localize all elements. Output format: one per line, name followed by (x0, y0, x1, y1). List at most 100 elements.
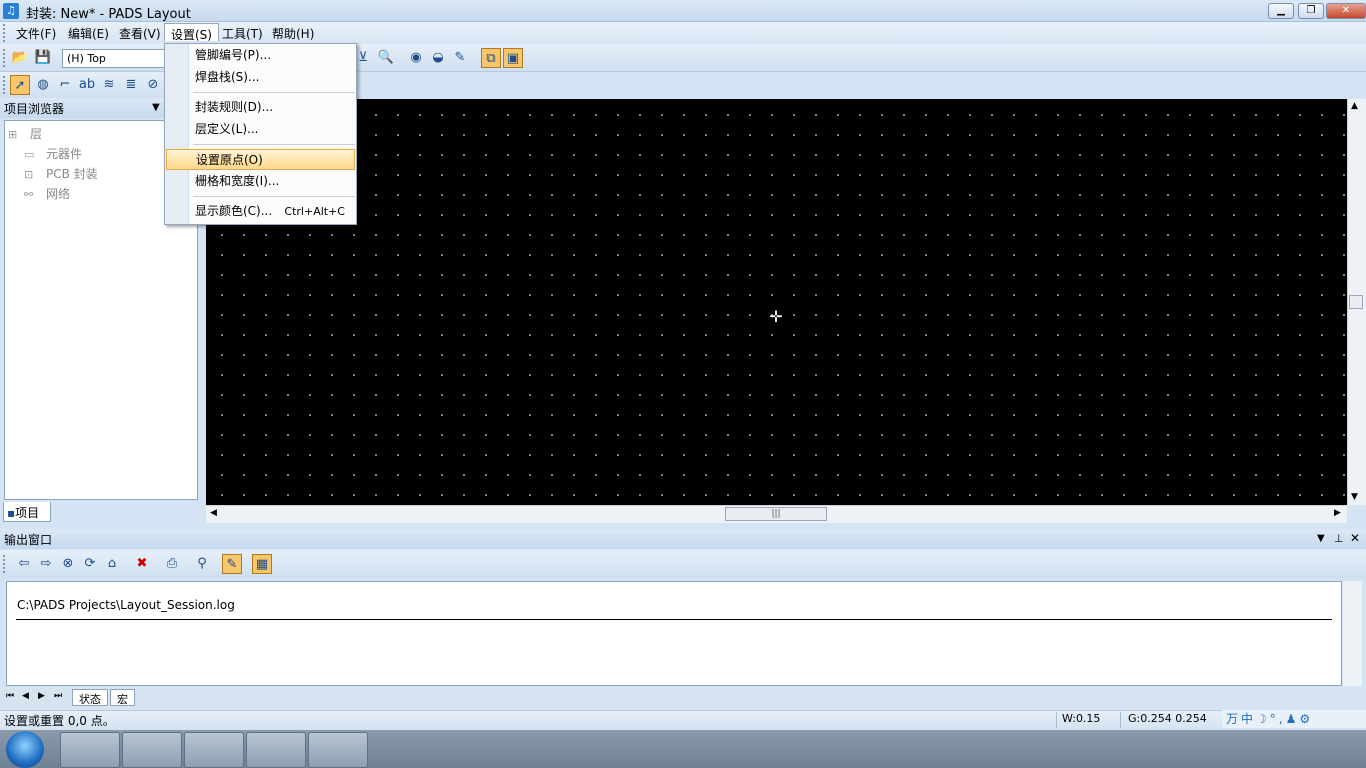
scroll-right-icon[interactable]: ▶ (1334, 508, 1341, 518)
drc-icon[interactable]: ⊘ (143, 75, 163, 95)
output-scrollbar[interactable] (1343, 581, 1362, 686)
restore-icon[interactable]: ❐ (1298, 3, 1324, 19)
project-browser-title: 项目浏览器 (4, 102, 65, 116)
status-separator (1056, 712, 1057, 728)
menu-tools[interactable]: 工具(T) (216, 23, 269, 41)
menu-edit[interactable]: 编辑(E) (62, 23, 115, 41)
stop-icon[interactable]: ⊗ (58, 554, 78, 574)
menu-item-pin-numbers[interactable]: 管脚编号(P)... (166, 45, 355, 66)
view-board-icon[interactable]: ◉ (406, 48, 426, 68)
scroll-left-icon[interactable]: ◀ (210, 508, 217, 518)
tree-item-layers[interactable]: ⊞ 层 (8, 125, 42, 143)
last-tab-icon[interactable]: ⏭ (54, 691, 62, 701)
title-bar (0, 0, 1366, 22)
back-arrow-icon[interactable]: ⇦ (14, 554, 34, 574)
zoom-icon[interactable]: 🔍 (376, 48, 396, 68)
log-path: C:\PADS Projects\Layout_Session.log (17, 598, 235, 612)
layers-2-icon[interactable]: ≣ (121, 75, 141, 95)
settings-icon[interactable]: ⚙ (1299, 712, 1313, 726)
minimize-icon[interactable]: ▁ (1268, 3, 1294, 19)
menu-item-pad-stacks[interactable]: 焊盘栈(S)... (166, 67, 355, 88)
user-icon[interactable]: ♟ (1286, 712, 1300, 726)
taskbar-explorer-icon[interactable] (60, 732, 120, 768)
menu-item-display-colors[interactable]: 显示颜色(C)... Ctrl+Alt+C (166, 201, 355, 222)
horizontal-scroll-thumb[interactable]: ||| (725, 507, 827, 521)
taskbar-app-icon[interactable] (308, 732, 368, 768)
view-extents-icon[interactable]: ◒ (428, 48, 448, 68)
ime-toolbar[interactable]: 万中☽°,♟⚙ (1222, 710, 1366, 728)
tree-item-components[interactable]: ▭ 元器件 (24, 145, 82, 163)
chevron-down-icon[interactable]: ▼ (1317, 533, 1325, 544)
output-tab-strip (0, 688, 1366, 708)
close-icon[interactable]: ✕ (1326, 3, 1366, 19)
tab-project[interactable]: ▪项目 (3, 502, 51, 522)
design-canvas[interactable] (206, 99, 1347, 505)
save-icon[interactable]: 💾 (33, 48, 53, 68)
net-icon: ⚯ (24, 188, 34, 201)
text-tool-icon[interactable]: ab (77, 75, 97, 95)
footprint-icon: ⊡ (24, 168, 34, 181)
grid-view-icon[interactable]: ▦ (252, 554, 272, 574)
pin-icon[interactable]: ⊥ (1334, 532, 1344, 545)
close-icon[interactable]: ✕ (1350, 531, 1360, 545)
status-width: W:0.15 (1062, 712, 1101, 725)
open-icon[interactable]: 📂 (10, 48, 30, 68)
menu-help[interactable]: 帮助(H) (266, 23, 320, 41)
pencil-icon[interactable]: ✎ (222, 554, 242, 574)
menu-item-design-rules[interactable]: 封装规则(D)... (166, 97, 355, 118)
toggle-window-icon[interactable]: ▣ (503, 48, 523, 68)
menubar-grip[interactable] (3, 24, 6, 42)
first-tab-icon[interactable]: ⏮ (6, 691, 14, 701)
print-icon[interactable]: ⎙ (162, 554, 182, 574)
output-window-header: 输出窗口 (0, 529, 1366, 549)
menu-setup[interactable]: 设置(S) (164, 23, 219, 42)
toggle-view-icon[interactable]: ⧉ (481, 48, 501, 68)
tree-item-pcb-footprint[interactable]: ⊡ PCB 封装 (24, 165, 98, 183)
chevron-down-icon[interactable]: ▼ (152, 102, 160, 113)
find-icon[interactable]: ⚲ (192, 554, 212, 574)
prev-tab-icon[interactable]: ◀ (22, 691, 29, 701)
status-separator (1120, 712, 1121, 728)
scroll-down-icon[interactable]: ▼ (1351, 492, 1358, 502)
home-icon[interactable]: ⌂ (102, 554, 122, 574)
menu-file[interactable]: 文件(F) (10, 23, 62, 41)
output-log-area[interactable] (6, 581, 1342, 686)
window-title: 封装: New* - PADS Layout (26, 7, 191, 22)
tab-macro[interactable]: 宏 (110, 689, 135, 706)
taskbar-app-icon[interactable] (122, 732, 182, 768)
taskbar-app-icon[interactable] (246, 732, 306, 768)
next-tab-icon[interactable]: ▶ (38, 691, 45, 701)
scroll-up-icon[interactable]: ▲ (1351, 101, 1358, 111)
menu-separator (193, 92, 355, 93)
toolbar-grip[interactable] (3, 555, 6, 573)
forward-arrow-icon[interactable]: ⇨ (36, 554, 56, 574)
place-terminal-icon[interactable]: ⌐ (55, 75, 75, 95)
toolbar-grip[interactable] (3, 76, 6, 94)
rotate-icon[interactable]: ◍ (33, 75, 53, 95)
menu-separator (193, 144, 355, 145)
menu-item-grid-and-width[interactable]: 栅格和宽度(I)... (166, 171, 355, 192)
pads-app-icon[interactable]: ♫ (3, 3, 19, 19)
menu-view[interactable]: 查看(V) (113, 23, 167, 41)
select-arrow-icon[interactable]: ➚ (10, 75, 30, 95)
project-tab-icon: ▪ (7, 506, 16, 520)
moon-icon[interactable]: ☽°, (1256, 712, 1286, 726)
menu-item-set-origin[interactable]: 设置原点(O) (166, 149, 355, 170)
start-button-icon[interactable] (6, 731, 44, 768)
vertical-scroll-thumb[interactable] (1349, 295, 1363, 309)
component-icon: ▭ (24, 148, 35, 161)
delete-icon[interactable]: ✖ (132, 554, 152, 574)
menu-item-layer-definition[interactable]: 层定义(L)... (166, 119, 355, 140)
tab-status[interactable]: 状态 (72, 689, 108, 706)
expand-icon[interactable]: ⊞ (8, 128, 26, 142)
output-window-title: 输出窗口 (4, 533, 53, 547)
layer-select[interactable]: (H) Top (62, 49, 172, 68)
toolbar-grip[interactable] (3, 49, 6, 67)
origin-crosshair-icon: ✛ (769, 307, 783, 326)
taskbar-app-icon[interactable] (184, 732, 244, 768)
refresh-icon[interactable]: ⟳ (80, 554, 100, 574)
brush-icon[interactable]: ✎ (450, 48, 470, 68)
status-message: 设置或重置 0,0 点。 (4, 714, 115, 728)
layers-icon[interactable]: ≋ (99, 75, 119, 95)
tree-item-nets[interactable]: ⚯ 网络 (24, 185, 70, 203)
